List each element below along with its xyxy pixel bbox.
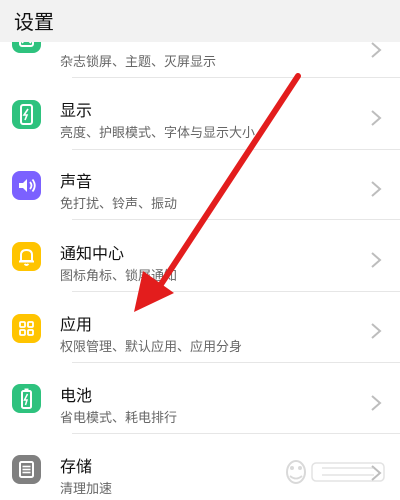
divider	[72, 219, 400, 220]
settings-item-subtitle: 免打扰、铃声、振动	[60, 197, 178, 212]
chevron-right-icon	[370, 251, 382, 269]
settings-item-sound[interactable]: 声音 免打扰、铃声、振动	[0, 150, 400, 220]
settings-item-subtitle: 省电模式、耗电排行	[60, 411, 178, 426]
settings-item-title: 声音	[60, 172, 93, 191]
divider	[72, 77, 400, 78]
chevron-right-icon	[370, 109, 382, 127]
chevron-right-icon	[370, 180, 382, 198]
settings-item-apps[interactable]: 应用 权限管理、默认应用、应用分身	[0, 293, 400, 363]
settings-list: 杂志锁屏、主题、灭屏显示 显示 亮度、护眼模式、字体与显示大小 声音 免打扰、铃…	[0, 42, 400, 500]
header: 设置	[0, 0, 400, 42]
settings-item-subtitle: 权限管理、默认应用、应用分身	[60, 340, 243, 355]
chevron-right-icon	[370, 394, 382, 412]
divider	[72, 362, 400, 363]
sound-icon	[12, 171, 41, 200]
divider	[72, 433, 400, 434]
chevron-right-icon	[370, 322, 382, 340]
display-icon	[12, 100, 41, 129]
settings-item-display[interactable]: 显示 亮度、护眼模式、字体与显示大小	[0, 80, 400, 150]
chevron-right-icon	[370, 42, 382, 59]
battery-icon	[12, 384, 41, 413]
settings-item-wallpaper[interactable]: 杂志锁屏、主题、灭屏显示	[0, 42, 400, 78]
bell-icon	[12, 242, 41, 271]
settings-item-subtitle: 杂志锁屏、主题、灭屏显示	[60, 55, 217, 70]
page-title: 设置	[14, 10, 54, 34]
storage-icon	[12, 455, 41, 484]
settings-item-subtitle: 亮度、护眼模式、字体与显示大小	[60, 126, 256, 141]
settings-item-subtitle: 图标角标、锁屏通知	[60, 269, 178, 284]
settings-item-title: 显示	[60, 101, 93, 120]
settings-item-subtitle: 清理加速	[60, 482, 113, 497]
settings-item-battery[interactable]: 电池 省电模式、耗电排行	[0, 364, 400, 434]
settings-item-title: 通知中心	[60, 244, 125, 263]
settings-item-title: 存储	[60, 457, 93, 476]
settings-item-title: 应用	[60, 315, 93, 334]
wallpaper-icon	[12, 42, 41, 53]
settings-item-notifications[interactable]: 通知中心 图标角标、锁屏通知	[0, 222, 400, 292]
settings-item-title: 电池	[60, 386, 93, 405]
divider	[72, 291, 400, 292]
apps-grid-icon	[12, 314, 41, 343]
watermark-logo-icon	[282, 454, 392, 488]
